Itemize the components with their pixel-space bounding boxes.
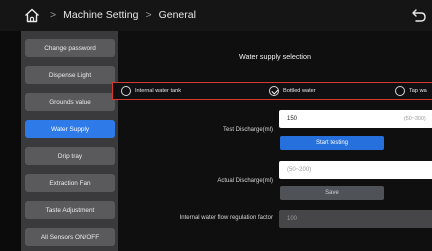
radio-icon bbox=[395, 86, 405, 96]
sidebar-item-label: Water Supply bbox=[50, 125, 90, 133]
sidebar-item-change-password[interactable]: Change password bbox=[25, 39, 115, 57]
save-button[interactable]: Save bbox=[280, 186, 384, 200]
water-source-options: Internal water tank Bottled water Tap wa bbox=[112, 82, 432, 100]
option-bottled-water[interactable]: Bottled water bbox=[269, 86, 316, 96]
actual-discharge-label: Actual Discharge(ml) bbox=[217, 178, 273, 184]
actual-discharge-placeholder: (50~200) bbox=[287, 167, 312, 173]
breadcrumb-machine-setting[interactable]: Machine Setting bbox=[63, 9, 138, 21]
sidebar-item-taste-adjustment[interactable]: Taste Adjustment bbox=[25, 201, 115, 219]
sidebar-item-label: Change password bbox=[44, 44, 96, 52]
test-discharge-value: 150 bbox=[287, 116, 298, 122]
sidebar-item-label: Extraction Fan bbox=[49, 179, 91, 187]
sidebar-item-label: Taste Adjustment bbox=[45, 206, 95, 214]
sidebar-item-label: Dispense Light bbox=[48, 71, 92, 79]
page-title: Water supply selection bbox=[238, 52, 312, 61]
flow-factor-value: 100 bbox=[287, 216, 298, 222]
sidebar-item-grounds-value[interactable]: Grounds value bbox=[25, 93, 115, 111]
actual-discharge-field[interactable]: (50~200) bbox=[279, 161, 432, 179]
option-label: Tap wa bbox=[409, 88, 427, 94]
sidebar-item-label: Drip tray bbox=[57, 152, 83, 160]
start-testing-button[interactable]: Start testing bbox=[280, 136, 384, 150]
sidebar-item-all-sensors[interactable]: All Sensors ON/OFF bbox=[25, 228, 115, 246]
flow-factor-label: Internal water flow regulation factor bbox=[179, 215, 273, 221]
breadcrumb-general: General bbox=[158, 9, 196, 21]
option-label: Bottled water bbox=[283, 88, 316, 94]
sidebar: Change password Dispense Light Grounds v… bbox=[21, 31, 118, 251]
option-tap-water[interactable]: Tap wa bbox=[395, 86, 427, 96]
top-bar: > Machine Setting > General bbox=[0, 0, 432, 31]
option-internal-water-tank[interactable]: Internal water tank bbox=[121, 86, 181, 96]
chevron-right-icon: > bbox=[145, 9, 152, 21]
back-arrow-icon[interactable] bbox=[411, 8, 427, 23]
home-icon[interactable] bbox=[24, 8, 40, 23]
sidebar-item-extraction-fan[interactable]: Extraction Fan bbox=[25, 174, 115, 192]
flow-factor-field[interactable]: 100 bbox=[279, 210, 432, 228]
test-discharge-range-hint: (50~300) bbox=[404, 116, 426, 122]
breadcrumb: > Machine Setting > General bbox=[50, 9, 196, 21]
sidebar-item-water-supply[interactable]: Water Supply bbox=[25, 120, 115, 138]
radio-checked-icon bbox=[269, 86, 279, 96]
test-discharge-label: Test Discharge(ml) bbox=[222, 127, 273, 133]
option-label: Internal water tank bbox=[135, 88, 182, 94]
radio-icon bbox=[121, 86, 131, 96]
sidebar-item-drip-tray[interactable]: Drip tray bbox=[25, 147, 115, 165]
sidebar-item-dispense-light[interactable]: Dispense Light bbox=[25, 66, 115, 84]
sidebar-item-label: Grounds value bbox=[49, 98, 91, 106]
chevron-right-icon: > bbox=[50, 9, 57, 21]
sidebar-item-label: All Sensors ON/OFF bbox=[40, 233, 100, 241]
